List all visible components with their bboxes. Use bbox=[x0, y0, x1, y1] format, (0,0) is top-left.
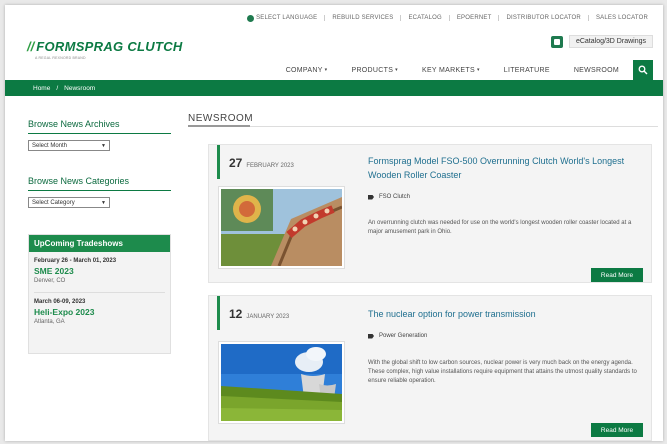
tradeshow-event: March 06-09, 2023 Heli-Expo 2023 Atlanta… bbox=[29, 299, 170, 325]
event-name[interactable]: SME 2023 bbox=[34, 266, 165, 276]
article-description: With the global shift to low carbon sour… bbox=[368, 360, 637, 384]
nav-newsroom-label: NEWSROOM bbox=[573, 66, 619, 74]
select-language-link[interactable]: SELECT LANGUAGE bbox=[240, 14, 324, 22]
breadcrumb: Home / Newsroom bbox=[5, 80, 663, 96]
event-date: March 06-09, 2023 bbox=[34, 299, 86, 305]
brand-tagline: A REGAL REXNORD BRAND bbox=[35, 56, 86, 60]
article-title-link[interactable]: Formsprag Model FSO-500 Overrunning Clut… bbox=[368, 154, 643, 182]
newsroom-rule-accent bbox=[188, 125, 250, 127]
ecatalog-area: eCatalog/3D Drawings bbox=[550, 35, 653, 48]
article-date: 12 JANUARY 2023 bbox=[217, 296, 289, 330]
read-more-button[interactable]: Read More bbox=[591, 423, 643, 437]
search-button[interactable] bbox=[633, 60, 653, 80]
event-name[interactable]: Heli-Expo 2023 bbox=[34, 307, 165, 317]
news-card: 12 JANUARY 2023 The nuclear option for p… bbox=[208, 295, 652, 441]
categories-heading: Browse News Categories bbox=[28, 176, 130, 186]
article-image[interactable] bbox=[218, 341, 345, 424]
ecatalog-button[interactable]: eCatalog/3D Drawings bbox=[568, 35, 653, 48]
nav-key-markets[interactable]: KEY MARKETS ▾ bbox=[410, 67, 492, 74]
tradeshows-heading: UpComing Tradeshows bbox=[29, 235, 170, 252]
archives-select[interactable]: Select Month ▼ bbox=[28, 140, 110, 151]
ecatalog-link[interactable]: ECATALOG bbox=[400, 15, 448, 21]
nav-newsroom[interactable]: NEWSROOM bbox=[562, 67, 631, 74]
chevron-down-icon: ▾ bbox=[395, 67, 398, 73]
event-location: Denver, CO bbox=[34, 278, 66, 284]
tag-icon bbox=[368, 333, 374, 339]
breadcrumb-home[interactable]: Home bbox=[33, 85, 50, 92]
article-category-label[interactable]: Power Generation bbox=[379, 333, 427, 339]
nav-products[interactable]: PRODUCTS ▾ bbox=[339, 67, 410, 74]
select-language-label: SELECT LANGUAGE bbox=[256, 15, 318, 21]
epoernet-link[interactable]: EPOERNET bbox=[448, 15, 499, 21]
archives-rule bbox=[28, 133, 171, 134]
chevron-down-icon: ▾ bbox=[324, 67, 328, 73]
globe-icon bbox=[247, 14, 255, 22]
roller-coaster-image bbox=[221, 189, 342, 266]
logo-mark-icon: // bbox=[27, 39, 35, 54]
divider bbox=[34, 292, 165, 293]
event-date: February 26 - March 01, 2023 bbox=[34, 258, 117, 264]
read-more-button[interactable]: Read More bbox=[591, 268, 643, 282]
article-month: JANUARY 2023 bbox=[246, 314, 290, 320]
archives-heading: Browse News Archives bbox=[28, 119, 120, 129]
nav-literature[interactable]: LITERATURE bbox=[492, 67, 562, 74]
main-nav: COMPANY ▾ PRODUCTS ▾ KEY MARKETS ▾ LITERATU… bbox=[274, 60, 653, 80]
article-title-link[interactable]: The nuclear option for power transmissio… bbox=[368, 307, 643, 321]
article-image[interactable] bbox=[218, 186, 345, 269]
article-month: FEBRUARY 2023 bbox=[246, 163, 294, 169]
news-card: 27 FEBRUARY 2023 Formsprag Model FSO-500… bbox=[208, 144, 652, 283]
article-day: 27 bbox=[229, 156, 243, 170]
newsroom-rule bbox=[188, 126, 658, 127]
brand-name: FORMSPRAG CLUTCH bbox=[36, 39, 183, 54]
nav-literature-label: LITERATURE bbox=[503, 66, 550, 74]
utility-bar: SELECT LANGUAGE REBUILD SERVICES ECATALO… bbox=[240, 11, 655, 25]
tag-icon bbox=[368, 194, 374, 200]
event-location: Atlanta, GA bbox=[34, 319, 65, 325]
cube-icon[interactable] bbox=[550, 35, 563, 48]
distributor-locator-link[interactable]: DISTRIBUTOR LOCATOR bbox=[498, 15, 587, 21]
chevron-down-icon: ▾ bbox=[476, 67, 480, 73]
categories-rule bbox=[28, 190, 171, 191]
tradeshows-panel: UpComing Tradeshows February 26 - March … bbox=[28, 234, 171, 354]
nav-products-label: PRODUCTS bbox=[351, 66, 394, 74]
categories-select-value: Select Category bbox=[32, 199, 75, 206]
article-category: FSO Clutch bbox=[368, 194, 410, 200]
search-icon bbox=[638, 65, 648, 75]
chevron-down-icon: ▼ bbox=[101, 142, 106, 149]
article-day: 12 bbox=[229, 307, 243, 321]
nuclear-plant-image bbox=[221, 344, 342, 421]
page: SELECT LANGUAGE REBUILD SERVICES ECATALO… bbox=[5, 5, 663, 441]
tradeshow-event: February 26 - March 01, 2023 SME 2023 De… bbox=[29, 258, 170, 284]
nav-company-label: COMPANY bbox=[285, 66, 323, 74]
brand-logo[interactable]: // FORMSPRAG CLUTCH bbox=[27, 39, 183, 54]
categories-select[interactable]: Select Category ▼ bbox=[28, 197, 110, 208]
breadcrumb-separator: / bbox=[56, 84, 59, 92]
article-category: Power Generation bbox=[368, 333, 427, 339]
newsroom-heading: NEWSROOM bbox=[188, 113, 254, 124]
nav-company[interactable]: COMPANY ▾ bbox=[274, 67, 340, 74]
archives-select-value: Select Month bbox=[32, 142, 68, 149]
article-date: 27 FEBRUARY 2023 bbox=[217, 145, 294, 179]
article-description: An overrunning clutch was needed for use… bbox=[368, 220, 632, 235]
sales-locator-link[interactable]: SALES LOCATOR bbox=[587, 15, 655, 21]
chevron-down-icon: ▼ bbox=[101, 199, 106, 206]
breadcrumb-current: Newsroom bbox=[64, 84, 96, 92]
rebuild-services-link[interactable]: REBUILD SERVICES bbox=[324, 15, 400, 21]
article-category-label[interactable]: FSO Clutch bbox=[379, 194, 410, 200]
nav-key-markets-label: KEY MARKETS bbox=[421, 66, 475, 74]
